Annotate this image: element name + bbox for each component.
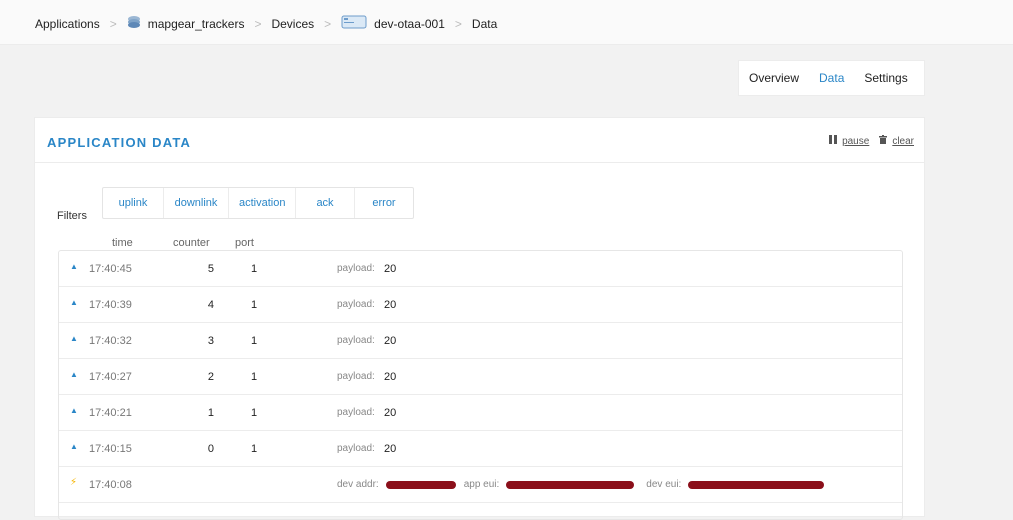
breadcrumb-devices[interactable]: Devices: [271, 17, 314, 31]
filter-ack[interactable]: ack: [296, 188, 355, 218]
row-port: 1: [251, 443, 258, 455]
activation-row[interactable]: ⚡ 17:40:08 dev addr: app eui: dev eui:: [59, 467, 902, 503]
tab-data[interactable]: Data: [809, 60, 854, 96]
breadcrumb-separator: >: [254, 16, 262, 31]
row-time: 17:40:08: [89, 479, 132, 491]
triangle-up-icon: ▲: [70, 406, 78, 415]
row-payload: 20: [384, 263, 397, 275]
table-row[interactable]: ▲ 17:40:45 5 1 payload: 20: [59, 251, 902, 287]
row-port: 1: [251, 263, 258, 275]
row-counter: 5: [207, 263, 214, 275]
filter-error[interactable]: error: [355, 188, 413, 218]
row-counter: 1: [207, 407, 214, 419]
column-header-port: port: [235, 237, 254, 249]
triangle-up-icon: ▲: [70, 262, 78, 271]
row-payload-label: payload:: [337, 443, 375, 454]
row-time: 17:40:21: [89, 407, 132, 419]
column-header-counter: counter: [173, 237, 210, 249]
row-payload-label: payload:: [337, 335, 375, 346]
activation-fields: dev addr: app eui: dev eui:: [337, 479, 825, 490]
row-time: 17:40:45: [89, 263, 132, 275]
lightning-icon: ⚡: [70, 477, 78, 488]
triangle-up-icon: ▲: [70, 370, 78, 379]
row-counter: 4: [207, 299, 214, 311]
dev-addr-label: dev addr:: [337, 479, 379, 490]
triangle-up-icon: ▲: [70, 334, 78, 343]
breadcrumb-device[interactable]: dev-otaa-001: [374, 17, 445, 31]
dev-addr-redacted: [385, 480, 456, 489]
card-actions: pause clear: [819, 135, 914, 147]
row-time: 17:40:32: [89, 335, 132, 347]
pause-label: pause: [842, 135, 870, 147]
app-eui-redacted: [506, 480, 635, 489]
pause-icon: [829, 135, 838, 147]
row-port: 1: [251, 407, 258, 419]
row-payload: 20: [384, 407, 397, 419]
top-bar: Applications > mapgear_trackers > Device…: [0, 0, 1013, 45]
triangle-up-icon: ▲: [70, 298, 78, 307]
breadcrumb-applications[interactable]: Applications: [35, 17, 100, 31]
row-payload-label: payload:: [337, 299, 375, 310]
card-header: APPLICATION DATA pause clear: [35, 118, 924, 163]
pause-button[interactable]: pause: [829, 135, 869, 147]
row-time: 17:40:27: [89, 371, 132, 383]
device-tabs: Overview Data Settings: [738, 60, 925, 96]
row-time: 17:40:39: [89, 299, 132, 311]
filter-group: uplink downlink activation ack error: [102, 187, 414, 219]
device-icon: [341, 14, 367, 33]
app-eui-label: app eui:: [463, 479, 500, 490]
filters-label: Filters: [57, 210, 87, 222]
breadcrumb-separator: >: [454, 16, 462, 31]
table-row[interactable]: ▲ 17:40:21 1 1 payload: 20: [59, 395, 902, 431]
stack-icon: [127, 15, 141, 32]
table-row[interactable]: ▲ 17:40:32 3 1 payload: 20: [59, 323, 902, 359]
filter-downlink[interactable]: downlink: [164, 188, 229, 218]
table-row[interactable]: ▲ 17:40:27 2 1 payload: 20: [59, 359, 902, 395]
row-payload: 20: [384, 335, 397, 347]
row-payload-label: payload:: [337, 371, 375, 382]
application-data-card: APPLICATION DATA pause clear Filters upl…: [34, 117, 925, 520]
row-payload: 20: [384, 299, 397, 311]
row-counter: 3: [207, 335, 214, 347]
column-header-time: time: [112, 237, 133, 249]
breadcrumb-app[interactable]: mapgear_trackers: [148, 17, 245, 31]
filter-uplink[interactable]: uplink: [103, 188, 164, 218]
card-title: APPLICATION DATA: [47, 135, 192, 150]
row-payload: 20: [384, 371, 397, 383]
table-row[interactable]: [59, 503, 902, 519]
row-counter: 2: [207, 371, 214, 383]
triangle-up-icon: ▲: [70, 442, 78, 451]
breadcrumb-data: Data: [471, 16, 498, 31]
breadcrumb: Applications > mapgear_trackers > Device…: [35, 14, 497, 33]
clear-button[interactable]: clear: [879, 135, 914, 147]
table-row[interactable]: ▲ 17:40:15 0 1 payload: 20: [59, 431, 902, 467]
clear-label: clear: [892, 135, 914, 147]
row-payload-label: payload:: [337, 263, 375, 274]
dev-eui-redacted: [688, 480, 825, 489]
tab-overview[interactable]: Overview: [739, 60, 809, 96]
trash-icon: [879, 135, 888, 147]
dev-eui-label: dev eui:: [646, 479, 682, 490]
tab-settings[interactable]: Settings: [854, 60, 917, 96]
filter-activation[interactable]: activation: [229, 188, 296, 218]
breadcrumb-separator: >: [324, 16, 332, 31]
data-table: ▲ 17:40:45 5 1 payload: 20 ▲ 17:40:39 4 …: [58, 250, 903, 520]
row-counter: 0: [207, 443, 214, 455]
row-port: 1: [251, 371, 258, 383]
row-port: 1: [251, 299, 258, 311]
row-payload-label: payload:: [337, 407, 375, 418]
row-port: 1: [251, 335, 258, 347]
row-time: 17:40:15: [89, 443, 132, 455]
breadcrumb-separator: >: [109, 16, 117, 31]
row-payload: 20: [384, 443, 397, 455]
table-row[interactable]: ▲ 17:40:39 4 1 payload: 20: [59, 287, 902, 323]
